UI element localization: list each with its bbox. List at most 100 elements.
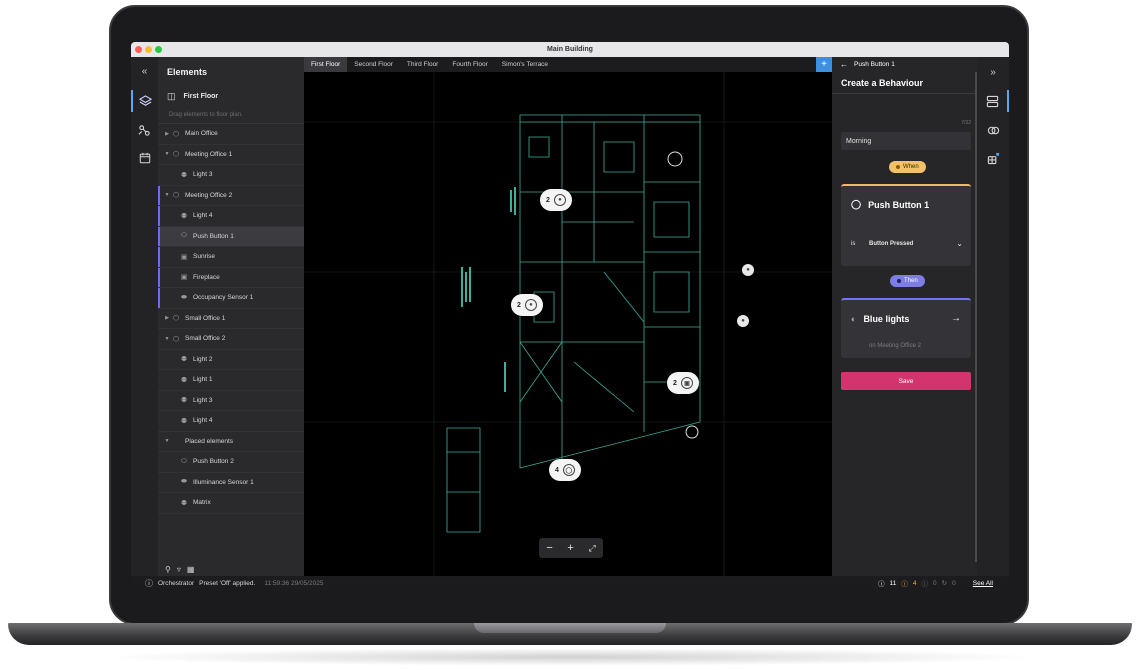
then-card[interactable]: ◐ Blue lights → on Meeting Office 2 bbox=[841, 298, 971, 358]
info-count: 11 bbox=[889, 579, 897, 587]
cube-icon: ⬡ bbox=[172, 335, 180, 343]
collapse-sidebar-button[interactable]: « bbox=[131, 57, 158, 86]
tree-item[interactable]: ⚉ Light 4 bbox=[158, 411, 304, 432]
tree-item[interactable]: ▶ ⬡ Small Office 1 bbox=[158, 309, 304, 329]
arrow-right-icon[interactable]: → bbox=[951, 313, 961, 324]
caret-right-icon[interactable]: ▶ bbox=[163, 131, 171, 137]
tree-item-label: Meeting Office 1 bbox=[185, 150, 233, 158]
tab-fourth-floor[interactable]: Fourth Floor bbox=[445, 57, 494, 72]
layers-icon[interactable] bbox=[131, 90, 158, 112]
window-title: Main Building bbox=[547, 46, 593, 53]
fit-screen-button[interactable]: ⤢ bbox=[588, 543, 595, 554]
condition-select[interactable]: is Button Pressed ⌄ bbox=[851, 239, 963, 248]
sidebar-title: Elements bbox=[167, 66, 208, 77]
app-window: Main Building « Elements ◫ First Floor D… bbox=[131, 42, 1009, 590]
minimize-window-button[interactable] bbox=[145, 46, 152, 53]
link-icon[interactable] bbox=[131, 119, 158, 141]
dot-icon bbox=[897, 279, 901, 283]
floor-plan-canvas[interactable]: First Floor Second Floor Third Floor Fou… bbox=[304, 57, 832, 576]
tree-item-label: Occupancy Sensor 1 bbox=[193, 294, 254, 302]
sidebar-toolbar: ⚲ ▿ ▦ bbox=[158, 562, 304, 576]
tree-item[interactable]: ⬭ Push Button 2 bbox=[158, 452, 304, 473]
save-button[interactable]: Save bbox=[841, 372, 971, 390]
device-pin[interactable]: 2 ● bbox=[540, 189, 572, 211]
tree-item-label: Placed elements bbox=[185, 437, 234, 445]
scene-icon: ▣ bbox=[180, 274, 188, 282]
panel-breadcrumb[interactable]: ← Push Button 1 bbox=[832, 57, 977, 72]
tree-item[interactable]: ▣ Sunrise bbox=[158, 247, 304, 268]
tab-first-floor[interactable]: First Floor bbox=[304, 57, 348, 72]
tree-item-label: Light 4 bbox=[193, 417, 213, 425]
bulb-icon: ⚉ bbox=[180, 376, 188, 384]
push-button-icon: ● bbox=[553, 194, 566, 206]
push-button-icon: ⬭ bbox=[181, 457, 187, 465]
device-pin[interactable]: 2 ▣ bbox=[667, 372, 699, 394]
tree-item[interactable]: ▼ ⬡ Meeting Office 2 bbox=[158, 185, 304, 206]
see-all-link[interactable]: See All bbox=[973, 580, 993, 587]
bulb-icon: ◯ bbox=[562, 464, 575, 476]
behaviour-panel: ← Push Button 1 Create a Behaviour 7/32 … bbox=[832, 57, 977, 576]
bulb-icon: ⚉ bbox=[180, 397, 188, 405]
scene-icon: ◐ bbox=[851, 314, 857, 324]
warning-icon: ⓘ bbox=[901, 581, 908, 588]
tree-item[interactable]: ▶ ⬡ Main Office bbox=[158, 124, 304, 145]
tab-simons-terrace[interactable]: Simon's Terrace bbox=[495, 57, 555, 72]
add-floor-button[interactable]: + bbox=[816, 57, 832, 72]
close-window-button[interactable] bbox=[135, 46, 142, 53]
tree-item[interactable]: ▼ ⬡ Meeting Office 1 bbox=[158, 145, 304, 165]
status-message: ⓘ Orchestrator Preset 'Off' applied. 11:… bbox=[145, 578, 324, 588]
caret-down-icon[interactable]: ▼ bbox=[163, 336, 171, 342]
tree-item-label: Light 2 bbox=[193, 355, 213, 363]
zoom-out-button[interactable]: − bbox=[546, 542, 552, 554]
then-card-subtitle: on Meeting Office 2 bbox=[869, 343, 921, 349]
expand-panel-button[interactable]: » bbox=[977, 61, 1009, 83]
character-counter: 7/32 bbox=[961, 120, 971, 126]
maximize-window-button[interactable] bbox=[155, 46, 162, 53]
tree-item[interactable]: ⚉ Light 3 bbox=[158, 391, 304, 411]
filter-icon[interactable]: ▿ bbox=[177, 565, 181, 574]
cube-icon: ⬡ bbox=[172, 130, 180, 138]
then-card-title: ◐ Blue lights bbox=[851, 314, 910, 324]
push-button-marker[interactable]: ● bbox=[742, 264, 754, 276]
link-icon[interactable] bbox=[977, 119, 1009, 141]
tree-item[interactable]: ▣ Fireplace bbox=[158, 267, 304, 288]
tree-item[interactable]: ⚉ Light 3 bbox=[158, 165, 304, 186]
floor-selector[interactable]: ◫ First Floor bbox=[158, 86, 304, 106]
caret-down-icon[interactable]: ▼ bbox=[163, 192, 171, 198]
device-pin[interactable]: 2 ● bbox=[511, 294, 543, 316]
zoom-in-button[interactable]: + bbox=[567, 542, 573, 554]
tab-second-floor[interactable]: Second Floor bbox=[347, 57, 400, 72]
behaviour-name-input[interactable]: Morning bbox=[841, 132, 971, 150]
tab-third-floor[interactable]: Third Floor bbox=[400, 57, 445, 72]
panel-icon[interactable] bbox=[977, 90, 1009, 112]
tree-item[interactable]: ▼ Placed elements bbox=[158, 432, 304, 452]
device-pin[interactable]: 4 ◯ bbox=[549, 459, 581, 481]
tree-item[interactable]: ▼ ⬡ Small Office 2 bbox=[158, 329, 304, 350]
tree-item[interactable]: ⬭ Push Button 1 bbox=[158, 226, 304, 247]
caret-down-icon[interactable]: ▼ bbox=[163, 438, 171, 444]
tree-item[interactable]: ⬬ Occupancy Sensor 1 bbox=[158, 288, 304, 309]
push-button-marker[interactable]: ● bbox=[737, 315, 749, 327]
window-controls bbox=[135, 46, 162, 53]
tree-item[interactable]: ⚉ Light 4 bbox=[158, 206, 304, 227]
tree-item[interactable]: ⚉ Light 1 bbox=[158, 370, 304, 391]
cube-icon: ⬡ bbox=[172, 192, 180, 200]
tree-item-label: Light 3 bbox=[193, 396, 213, 404]
tree-item[interactable]: ⬬ Illuminance Sensor 1 bbox=[158, 473, 304, 493]
info-icon: ⓘ bbox=[878, 581, 885, 588]
search-icon[interactable]: ⚲ bbox=[165, 565, 171, 574]
tree-item[interactable]: ⚉ Light 2 bbox=[158, 350, 304, 370]
calendar-icon[interactable] bbox=[131, 147, 158, 169]
bulb-icon: ⚉ bbox=[180, 356, 188, 364]
back-arrow-icon[interactable]: ← bbox=[840, 60, 848, 69]
title-bar: Main Building bbox=[131, 42, 1009, 57]
caret-down-icon[interactable]: ▼ bbox=[163, 151, 171, 157]
zoom-controls: − + ⤢ bbox=[539, 538, 603, 558]
caret-right-icon[interactable]: ▶ bbox=[163, 315, 171, 321]
tree-item-label: Matrix bbox=[193, 499, 211, 507]
grid-icon[interactable]: ▦ bbox=[187, 565, 195, 574]
tree-item[interactable]: ⚉ Matrix bbox=[158, 493, 304, 514]
plug-icon[interactable] bbox=[977, 147, 1009, 169]
element-tree: ▶ ⬡ Main Office ▼ ⬡ Meeting Office 1 ⚉ Light 3 ▼… bbox=[158, 124, 304, 514]
when-card[interactable]: ◯ Push Button 1 is Button Pressed ⌄ bbox=[841, 184, 971, 266]
